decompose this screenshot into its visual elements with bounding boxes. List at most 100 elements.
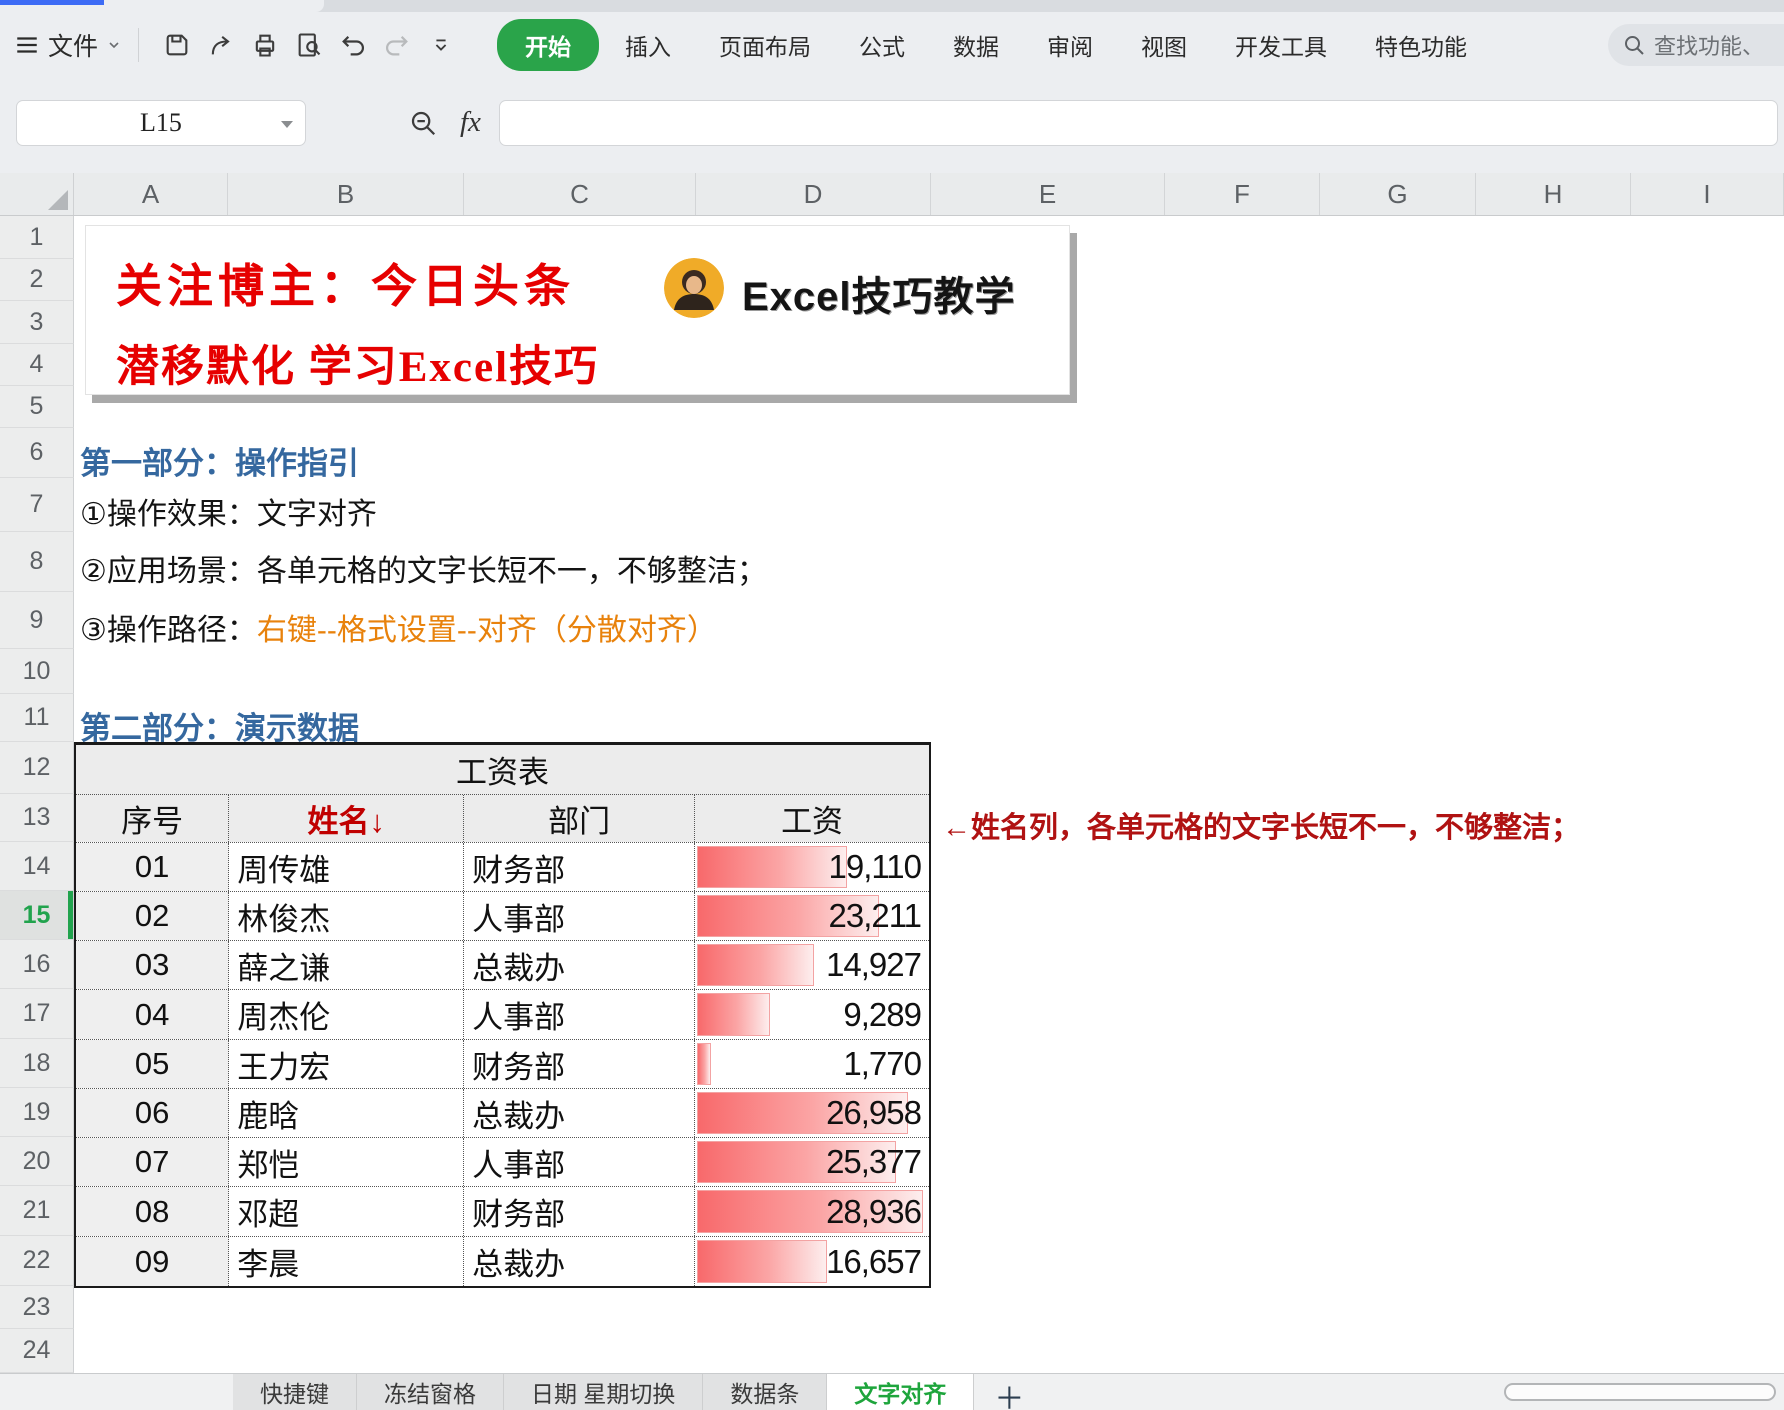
row-header-2[interactable]: 2 xyxy=(0,259,74,301)
cell-dept[interactable]: 人事部 xyxy=(464,892,695,940)
table-column-header-3[interactable]: 部门 xyxy=(464,795,695,842)
cell-dept[interactable]: 财务部 xyxy=(464,1040,695,1088)
search-box[interactable]: 查找功能、 xyxy=(1608,24,1784,66)
fx-icon[interactable]: fx xyxy=(460,106,481,139)
cell-salary[interactable]: 1,770 xyxy=(695,1040,929,1088)
cell-dept[interactable]: 人事部 xyxy=(464,1138,695,1186)
cell-id[interactable]: 02 xyxy=(76,892,229,940)
cell-dept[interactable]: 总裁办 xyxy=(464,941,695,989)
cell-salary[interactable]: 28,936 xyxy=(695,1187,929,1236)
ribbon-tab-审阅[interactable]: 审阅 xyxy=(1025,19,1115,71)
print-button[interactable] xyxy=(243,23,287,67)
column-header-H[interactable]: H xyxy=(1476,173,1631,215)
cell-id[interactable]: 03 xyxy=(76,941,229,989)
sheet-canvas[interactable]: 关注博主：今日头条 Excel技巧教学 潜移默化 学习Excel技巧 第一部分：… xyxy=(74,216,1784,1373)
row-header-16[interactable]: 16 xyxy=(0,940,74,989)
row-header-18[interactable]: 18 xyxy=(0,1039,74,1088)
column-header-I[interactable]: I xyxy=(1631,173,1784,215)
row-header-14[interactable]: 14 xyxy=(0,842,74,891)
row-header-3[interactable]: 3 xyxy=(0,301,74,344)
row-header-6[interactable]: 6 xyxy=(0,428,74,478)
row-header-9[interactable]: 9 xyxy=(0,592,74,649)
column-header-D[interactable]: D xyxy=(696,173,931,215)
ribbon-tab-公式[interactable]: 公式 xyxy=(837,19,927,71)
add-sheet-button[interactable]: ＋ xyxy=(974,1374,1044,1410)
cell-id[interactable]: 08 xyxy=(76,1187,229,1236)
cell-name[interactable]: 林俊杰 xyxy=(229,892,464,940)
row-header-12[interactable]: 12 xyxy=(0,742,74,794)
undo-button[interactable] xyxy=(331,23,375,67)
ribbon-tab-数据[interactable]: 数据 xyxy=(931,19,1021,71)
row-header-17[interactable]: 17 xyxy=(0,989,74,1039)
row-header-8[interactable]: 8 xyxy=(0,532,74,592)
column-header-B[interactable]: B xyxy=(228,173,464,215)
cell-id[interactable]: 07 xyxy=(76,1138,229,1186)
ribbon-tab-特色功能[interactable]: 特色功能 xyxy=(1353,19,1489,71)
cell-salary[interactable]: 23,211 xyxy=(695,892,929,940)
row-header-1[interactable]: 1 xyxy=(0,216,74,259)
cell-salary[interactable]: 16,657 xyxy=(695,1237,929,1286)
ribbon-tab-开发工具[interactable]: 开发工具 xyxy=(1213,19,1349,71)
table-column-header-4[interactable]: 工资 xyxy=(695,795,929,842)
cell-name[interactable]: 薛之谦 xyxy=(229,941,464,989)
cell-salary[interactable]: 19,110 xyxy=(695,843,929,891)
row-header-4[interactable]: 4 xyxy=(0,344,74,386)
ribbon-tab-页面布局[interactable]: 页面布局 xyxy=(697,19,833,71)
table-title[interactable]: 工资表 xyxy=(76,745,929,794)
column-header-G[interactable]: G xyxy=(1320,173,1476,215)
row-header-24[interactable]: 24 xyxy=(0,1329,74,1373)
cell-id[interactable]: 05 xyxy=(76,1040,229,1088)
redo-button[interactable] xyxy=(375,23,419,67)
file-menu-button[interactable]: 文件 xyxy=(14,27,122,63)
cell-name[interactable]: 周传雄 xyxy=(229,843,464,891)
cell-dept[interactable]: 财务部 xyxy=(464,1187,695,1236)
print-preview-button[interactable] xyxy=(287,23,331,67)
cell-salary[interactable]: 9,289 xyxy=(695,990,929,1039)
sheet-tab-日期 星期切换[interactable]: 日期 星期切换 xyxy=(504,1374,703,1410)
cell-salary[interactable]: 25,377 xyxy=(695,1138,929,1186)
row-header-13[interactable]: 13 xyxy=(0,794,74,842)
row-header-5[interactable]: 5 xyxy=(0,386,74,428)
row-header-7[interactable]: 7 xyxy=(0,478,74,532)
row-header-19[interactable]: 19 xyxy=(0,1088,74,1137)
horizontal-scrollbar[interactable] xyxy=(1504,1383,1776,1401)
column-header-F[interactable]: F xyxy=(1165,173,1320,215)
name-box[interactable]: L15 xyxy=(16,100,306,146)
cell-id[interactable]: 04 xyxy=(76,990,229,1039)
cell-id[interactable]: 01 xyxy=(76,843,229,891)
table-column-header-1[interactable]: 序号 xyxy=(76,795,229,842)
row-header-20[interactable]: 20 xyxy=(0,1137,74,1186)
select-all-corner[interactable] xyxy=(0,173,74,215)
sheet-tab-快捷键[interactable]: 快捷键 xyxy=(233,1374,357,1410)
column-header-E[interactable]: E xyxy=(931,173,1165,215)
cell-id[interactable]: 09 xyxy=(76,1237,229,1286)
column-header-A[interactable]: A xyxy=(74,173,228,215)
formula-input[interactable] xyxy=(499,100,1778,146)
cell-name[interactable]: 周杰伦 xyxy=(229,990,464,1039)
cell-name[interactable]: 邓超 xyxy=(229,1187,464,1236)
ribbon-tab-开始[interactable]: 开始 xyxy=(497,19,599,71)
sheet-tab-文字对齐[interactable]: 文字对齐 xyxy=(827,1374,974,1410)
sheet-tab-冻结窗格[interactable]: 冻结窗格 xyxy=(357,1374,504,1410)
document-tab[interactable] xyxy=(0,0,324,12)
column-header-C[interactable]: C xyxy=(464,173,696,215)
cell-salary[interactable]: 26,958 xyxy=(695,1089,929,1137)
name-box-dropdown-icon[interactable] xyxy=(281,121,293,128)
ribbon-tab-视图[interactable]: 视图 xyxy=(1119,19,1209,71)
cell-name[interactable]: 王力宏 xyxy=(229,1040,464,1088)
cell-dept[interactable]: 总裁办 xyxy=(464,1089,695,1137)
cell-dept[interactable]: 人事部 xyxy=(464,990,695,1039)
row-header-10[interactable]: 10 xyxy=(0,649,74,694)
more-commands-button[interactable] xyxy=(419,23,463,67)
sheet-tab-数据条[interactable]: 数据条 xyxy=(703,1374,827,1410)
cell-salary[interactable]: 14,927 xyxy=(695,941,929,989)
row-header-21[interactable]: 21 xyxy=(0,1186,74,1236)
ribbon-tab-插入[interactable]: 插入 xyxy=(603,19,693,71)
cell-id[interactable]: 06 xyxy=(76,1089,229,1137)
export-button[interactable] xyxy=(199,23,243,67)
row-header-23[interactable]: 23 xyxy=(0,1286,74,1329)
row-header-11[interactable]: 11 xyxy=(0,694,74,742)
cell-dept[interactable]: 财务部 xyxy=(464,843,695,891)
save-button[interactable] xyxy=(155,23,199,67)
row-header-15[interactable]: 15 xyxy=(0,891,74,940)
